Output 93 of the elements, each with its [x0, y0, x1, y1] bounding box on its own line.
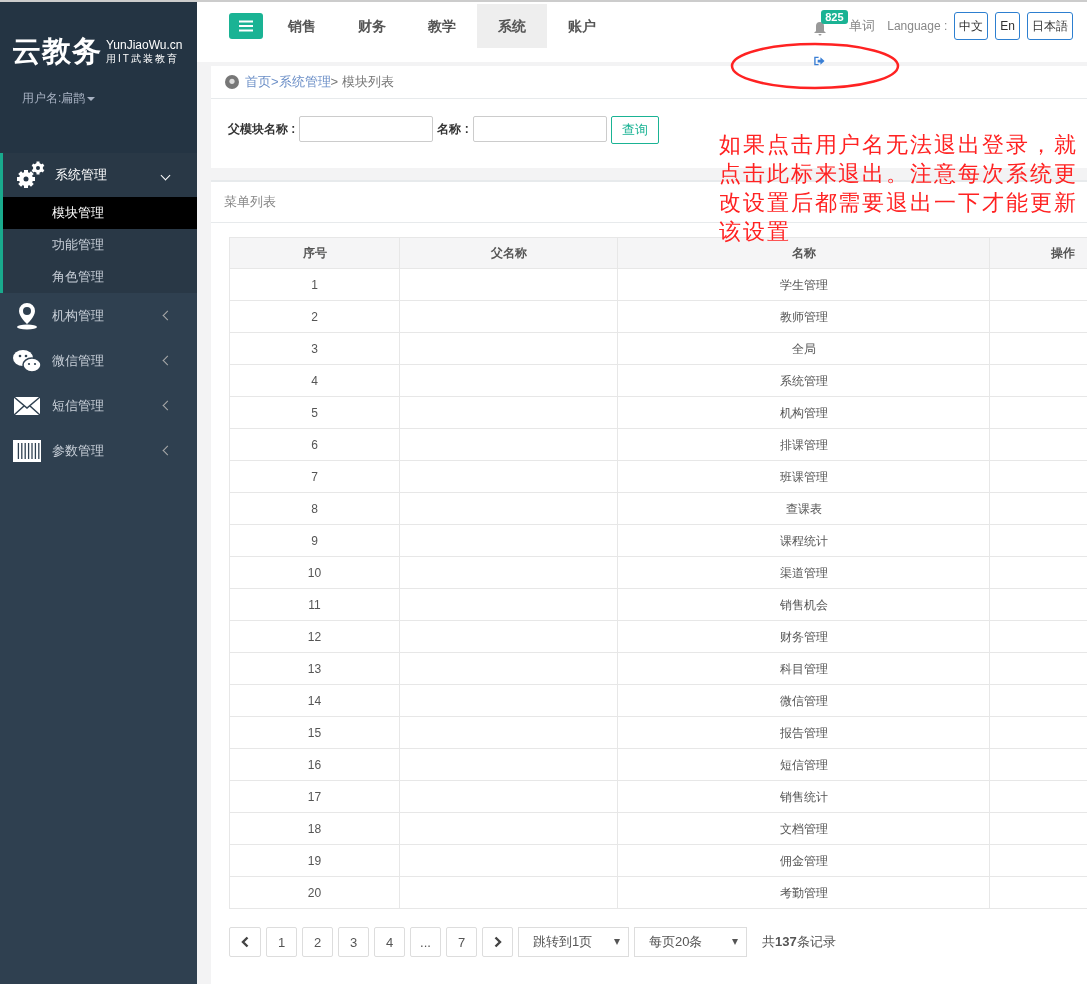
- table-cell: 考勤管理: [617, 876, 990, 909]
- table-cell: 17: [229, 780, 400, 813]
- table-cell: 销售机会: [617, 588, 990, 621]
- table-cell: 微信管理: [617, 684, 990, 717]
- nav-tab[interactable]: 教学: [407, 4, 477, 48]
- nav-tab[interactable]: 账户: [547, 4, 617, 48]
- sidebar-item[interactable]: 短信管理: [0, 383, 197, 428]
- table-cell: 5: [229, 396, 400, 429]
- page-button[interactable]: 7: [446, 927, 477, 957]
- language-button[interactable]: 中文: [954, 12, 989, 40]
- record-count: 共137条记录: [762, 933, 836, 951]
- table-cell: 1: [229, 268, 400, 301]
- sidebar-item[interactable]: 微信管理: [0, 338, 197, 383]
- sidebar-item[interactable]: 系统管理: [3, 153, 197, 197]
- table-cell: 机构管理: [617, 396, 990, 429]
- breadcrumb-text: > 模块列表: [330, 73, 394, 91]
- bell-icon[interactable]: [814, 22, 827, 36]
- table-cell: 查课表: [617, 492, 990, 525]
- language-button[interactable]: En: [995, 12, 1020, 40]
- nav-tab[interactable]: 财务: [337, 4, 407, 48]
- menu-button[interactable]: [229, 13, 263, 39]
- table-cell: 20: [229, 876, 400, 909]
- table-cell: 班课管理: [617, 460, 990, 493]
- field-label: 名称 :: [437, 121, 469, 138]
- page-button[interactable]: 3: [338, 927, 369, 957]
- table-cell: 10: [229, 556, 400, 589]
- chevron-left-icon: [241, 936, 249, 948]
- chevron-right-icon: [493, 936, 502, 948]
- table-cell: 3: [229, 332, 400, 365]
- page-button[interactable]: 1: [266, 927, 297, 957]
- table-cell: 12: [229, 620, 400, 653]
- table-cell: 13: [229, 652, 400, 685]
- breadcrumb-link[interactable]: 首页: [245, 73, 271, 91]
- nav-tab[interactable]: 销售: [267, 4, 337, 48]
- table-cell: 14: [229, 684, 400, 717]
- input-field[interactable]: [472, 116, 607, 142]
- menu-icon: [239, 20, 253, 32]
- table-cell: 科目管理: [617, 652, 990, 685]
- table-cell: 9: [229, 524, 400, 557]
- panel-title: 菜单列表: [224, 194, 276, 209]
- submenu-item[interactable]: 功能管理: [3, 229, 197, 261]
- table-cell: 财务管理: [617, 620, 990, 653]
- notification-badge: 825: [821, 10, 848, 24]
- table-cell: 6: [229, 428, 400, 461]
- table-cell: 15: [229, 716, 400, 749]
- word-link[interactable]: 单词: [849, 17, 876, 35]
- table-cell: 4: [229, 364, 400, 397]
- logo-slogan: 用IT武装教育: [106, 52, 180, 66]
- language-button[interactable]: 日本語: [1027, 12, 1073, 40]
- table-cell: 19: [229, 844, 400, 877]
- table-cell: 系统管理: [617, 364, 990, 397]
- page-jump-select[interactable]: 跳转到1页: [518, 927, 629, 957]
- table-cell: 文档管理: [617, 812, 990, 845]
- table-cell: 排课管理: [617, 428, 990, 461]
- submenu-item[interactable]: 角色管理: [3, 261, 197, 293]
- table-cell: 7: [229, 460, 400, 493]
- column-header: 序号: [229, 237, 400, 269]
- logo-domain: YunJiaoWu.cn: [106, 38, 183, 52]
- previous-page-button[interactable]: [229, 927, 261, 957]
- language-label: Language :: [887, 19, 948, 33]
- page-button[interactable]: 4: [374, 927, 405, 957]
- table-cell: 佣金管理: [617, 844, 990, 877]
- logo-title: 云教务: [12, 34, 102, 69]
- column-header: 父名称: [399, 237, 618, 269]
- submenu-item[interactable]: 模块管理: [3, 197, 197, 229]
- table-cell: 短信管理: [617, 748, 990, 781]
- table-cell: 全局: [617, 332, 990, 365]
- table-cell: 销售统计: [617, 780, 990, 813]
- table-cell: 8: [229, 492, 400, 525]
- breadcrumb-link[interactable]: >系统管理: [271, 73, 331, 91]
- table-cell: 教师管理: [617, 300, 990, 333]
- table-cell: 2: [229, 300, 400, 333]
- next-page-button[interactable]: [482, 927, 513, 957]
- page-size-select[interactable]: 每页20条: [634, 927, 747, 957]
- column-header: 操作: [989, 237, 1087, 269]
- table-cell: 18: [229, 812, 400, 845]
- input-field[interactable]: [299, 116, 434, 142]
- page-button[interactable]: ...: [410, 927, 441, 957]
- sidebar-item[interactable]: 参数管理: [0, 428, 197, 473]
- table-cell: 课程统计: [617, 524, 990, 557]
- logout-icon[interactable]: [814, 56, 826, 66]
- nav-tab[interactable]: 系统: [477, 4, 547, 48]
- field-label: 父模块名称 :: [228, 121, 296, 138]
- page-button[interactable]: 2: [302, 927, 333, 957]
- table-cell: 学生管理: [617, 268, 990, 301]
- gears-icon: [15, 161, 45, 189]
- user-menu[interactable]: 用户名:扁鹊: [0, 72, 197, 153]
- table-cell: 16: [229, 748, 400, 781]
- table-cell: 渠道管理: [617, 556, 990, 589]
- location-icon: [225, 75, 239, 89]
- sidebar-item[interactable]: 机构管理: [0, 293, 197, 338]
- table-cell: 11: [229, 588, 400, 621]
- table-cell: 报告管理: [617, 716, 990, 749]
